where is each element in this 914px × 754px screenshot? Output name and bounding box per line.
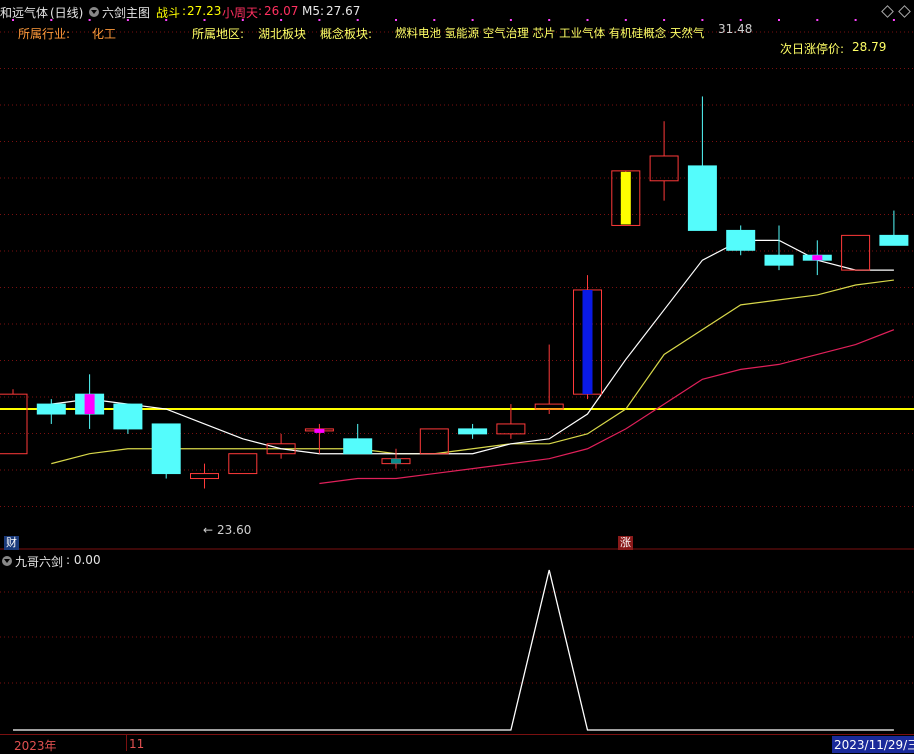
ma-white-line: [51, 239, 894, 455]
candle-body: [113, 403, 143, 430]
candle-body: [496, 423, 526, 435]
zhandou-colon: :: [182, 4, 187, 18]
industry-value: 化工: [92, 27, 117, 41]
sub-indicator-name[interactable]: 九哥六剑: [15, 553, 63, 570]
xiaozhoutian-value: 26.07: [264, 4, 299, 18]
time-axis: 2023年 11 2023/11/29/三: [0, 734, 914, 753]
m5-label: M5: [302, 4, 320, 18]
zhang-badge[interactable]: 涨: [618, 536, 633, 550]
region-label: 所属地区:: [192, 27, 245, 41]
candle-body: [419, 428, 449, 455]
candle-highlight-blue: [582, 289, 593, 395]
candle-body: [726, 229, 756, 251]
candle-body: [649, 155, 679, 182]
candle-body: [764, 254, 794, 266]
expand-icon[interactable]: [881, 5, 894, 18]
candle-body: [841, 234, 871, 271]
xiaozhoutian-colon: :: [258, 4, 263, 18]
candle-body: [151, 423, 181, 475]
industry-label: 所属行业:: [18, 27, 71, 41]
candle-body: [879, 234, 909, 246]
sub-indicator-line: [13, 569, 894, 731]
candle-highlight-yellow: [620, 171, 631, 225]
candle-body: [190, 473, 219, 480]
candle-mark-magenta: [314, 428, 325, 433]
limit-up-value: 28.79: [852, 40, 887, 54]
concept-label: 概念板块:: [320, 27, 373, 41]
candle-body: [458, 428, 488, 435]
candle-mark-teal: [391, 458, 401, 464]
concept-value: 燃料电池 氢能源 空气治理 芯片 工业气体 有机硅概念 天然气: [395, 26, 705, 40]
ma-pink-line: [319, 329, 895, 485]
candle-body: [228, 453, 258, 475]
sub-dropdown-icon[interactable]: [2, 556, 12, 566]
candle-mark-magenta: [812, 255, 823, 261]
candle-body: [36, 403, 66, 415]
collapse-icon[interactable]: [898, 5, 911, 18]
m5-value: 27.67: [326, 4, 361, 18]
cai-badge[interactable]: 财: [4, 536, 19, 550]
high-price-label: 31.48: [718, 22, 753, 36]
month-divider: [126, 735, 127, 751]
kline-chart[interactable]: [0, 0, 914, 752]
candle-mark-magenta: [84, 394, 95, 415]
dropdown-icon[interactable]: [89, 7, 99, 17]
month-label: 11: [129, 737, 145, 751]
year-label: 2023年: [14, 739, 57, 753]
low-arrow: ←: [203, 523, 214, 537]
zhandou-label: 战斗: [156, 6, 181, 20]
indicator-name[interactable]: 六剑主图: [102, 4, 150, 21]
candle-body: [687, 165, 717, 231]
limit-up-label: 次日涨停价:: [780, 42, 845, 56]
candle-body: [343, 438, 373, 455]
current-date: 2023/11/29/三: [832, 736, 914, 753]
low-price-label: 23.60: [217, 523, 252, 537]
sub-indicator-value: : 0.00: [66, 553, 101, 567]
zhandou-value: 27.23: [187, 4, 222, 18]
period-label: (日线): [50, 6, 84, 20]
title-bar: 和远气体 (日线) 六剑主图 战斗 : 27.23 小周天 : 26.07 M5…: [0, 0, 914, 22]
region-value: 湖北板块: [258, 27, 307, 41]
candle-body: [0, 393, 28, 455]
m5-colon: :: [320, 4, 325, 18]
stock-name: 和远气体: [0, 6, 49, 20]
xiaozhoutian-label: 小周天: [222, 6, 259, 20]
